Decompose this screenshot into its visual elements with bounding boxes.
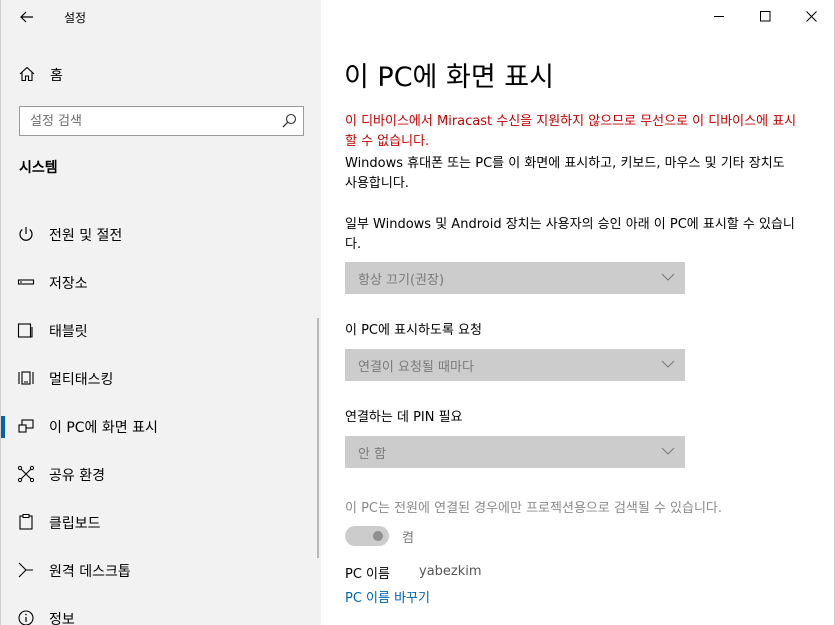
home-nav-item[interactable]: 홈 — [1, 60, 322, 88]
maximize-button[interactable] — [742, 0, 788, 32]
page-title: 이 PC에 화면 표시 — [344, 62, 554, 93]
sidebar-item-multitasking[interactable]: 멀티태스킹 — [1, 356, 317, 400]
require-pin-value: 안 함 — [358, 447, 387, 462]
tablet-icon — [17, 323, 33, 338]
sidebar-item-label: 이 PC에 화면 표시 — [49, 420, 158, 436]
availability-value: 항상 끄기(권장) — [358, 273, 445, 288]
maximize-icon — [759, 10, 770, 21]
chevron-down-icon — [661, 447, 675, 455]
ask-to-project-dropdown[interactable]: 연결이 요청될 때마다 — [345, 349, 685, 381]
selection-indicator — [1, 416, 5, 438]
ask-to-project-value: 연결이 요청될 때마다 — [358, 360, 474, 375]
power-only-note: 이 PC는 전원에 연결된 경우에만 프로젝션용으로 검색될 수 있습니다. — [345, 501, 723, 516]
minimize-icon — [713, 15, 724, 17]
search-box[interactable] — [19, 106, 304, 136]
sidebar-item-label: 정보 — [49, 612, 75, 625]
remote-desktop-icon — [18, 562, 33, 578]
sidebar-item-label: 공유 환경 — [49, 468, 105, 484]
sidebar-item-remote-desktop[interactable]: 원격 데스크톱 — [1, 548, 317, 592]
close-button[interactable] — [788, 0, 834, 32]
toggle-state-label: 켬 — [402, 531, 414, 546]
sidebar: 설정 홈 시스템 전원 및 절전 저장소 태블릿 — [0, 0, 321, 625]
back-button[interactable] — [15, 6, 39, 28]
sidebar-item-power-sleep[interactable]: 전원 및 절전 — [1, 212, 317, 256]
require-pin-label: 연결하는 데 PIN 필요 — [345, 410, 463, 425]
toggle-knob — [373, 531, 383, 541]
shared-experiences-icon — [17, 465, 35, 483]
sidebar-item-label: 전원 및 절전 — [49, 228, 123, 244]
sidebar-item-about[interactable]: 정보 — [1, 596, 317, 625]
miracast-warning: 이 디바이스에서 Miracast 수신을 지원하지 않으므로 무선으로 이 디… — [345, 114, 797, 149]
sidebar-item-label: 원격 데스크톱 — [49, 564, 131, 580]
projecting-icon — [18, 419, 34, 433]
sidebar-item-shared-experiences[interactable]: 공유 환경 — [1, 452, 317, 496]
sidebar-item-label: 멀티태스킹 — [49, 372, 114, 388]
ask-to-project-label: 이 PC에 표시하도록 요청 — [345, 323, 482, 338]
power-only-toggle[interactable] — [345, 526, 389, 546]
minimize-button[interactable] — [696, 0, 742, 32]
sidebar-item-label: 클립보드 — [49, 516, 101, 532]
clipboard-icon — [19, 514, 33, 530]
sidebar-item-projecting-to-this-pc[interactable]: 이 PC에 화면 표시 — [1, 404, 317, 448]
sidebar-item-storage[interactable]: 저장소 — [1, 260, 317, 304]
close-icon — [805, 10, 817, 22]
home-label: 홈 — [50, 68, 63, 84]
search-icon[interactable] — [281, 113, 297, 129]
sidebar-item-clipboard[interactable]: 클립보드 — [1, 500, 317, 544]
sidebar-item-label: 저장소 — [49, 276, 88, 292]
app-title: 설정 — [64, 11, 87, 25]
sidebar-item-tablet[interactable]: 태블릿 — [1, 308, 317, 352]
chevron-down-icon — [661, 273, 675, 281]
pc-name-value: yabezkim — [419, 564, 482, 579]
chevron-down-icon — [661, 360, 675, 368]
storage-icon — [17, 279, 35, 285]
sidebar-item-label: 태블릿 — [49, 324, 88, 340]
info-icon — [18, 610, 34, 625]
sidebar-scrollbar[interactable] — [317, 318, 319, 558]
require-pin-dropdown[interactable]: 안 함 — [345, 436, 685, 468]
home-icon — [19, 66, 35, 82]
pc-name-label: PC 이름 — [345, 567, 390, 582]
availability-label: 일부 Windows 및 Android 장치는 사용자의 승인 아래 이 PC… — [345, 217, 795, 252]
multitasking-icon — [18, 371, 34, 385]
section-title-system: 시스템 — [19, 160, 58, 176]
availability-dropdown[interactable]: 항상 끄기(권장) — [345, 262, 685, 294]
search-input[interactable] — [20, 107, 270, 135]
power-icon — [19, 227, 33, 241]
page-description: Windows 휴대폰 또는 PC를 이 화면에 표시하고, 키보드, 마우스 … — [345, 156, 785, 191]
rename-pc-link[interactable]: PC 이름 바꾸기 — [345, 587, 430, 606]
back-arrow-icon — [20, 11, 33, 23]
content-pane: 이 PC에 화면 표시 이 디바이스에서 Miracast 수신을 지원하지 않… — [321, 0, 835, 625]
